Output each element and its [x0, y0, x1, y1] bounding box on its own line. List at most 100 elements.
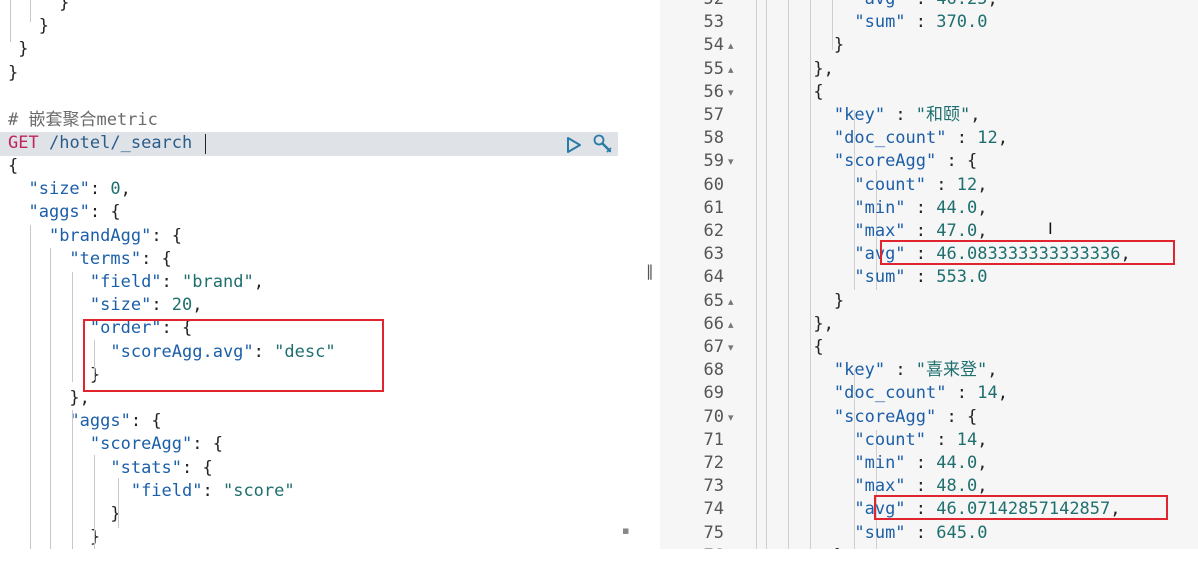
json-punct: }	[752, 35, 845, 56]
response-line: "scoreAgg" : {	[752, 150, 977, 173]
comment-line: # 嵌套聚合metric	[8, 109, 158, 132]
json-punct	[752, 267, 854, 287]
mouse-ibeam-icon: I	[1048, 219, 1053, 238]
code-line: }	[8, 526, 100, 549]
json-key: "aggs"	[28, 202, 90, 223]
json-punct: :	[905, 221, 937, 241]
json-punct: : {	[192, 434, 223, 455]
response-line: {	[752, 81, 824, 104]
fold-collapse-icon[interactable]: ▾	[728, 150, 740, 173]
json-punct: ,	[977, 197, 988, 218]
json-punct	[752, 198, 854, 218]
line-number: 54	[703, 35, 724, 56]
json-key: "count"	[854, 429, 927, 450]
json-key: "field"	[130, 480, 203, 501]
json-punct: : {	[89, 202, 121, 223]
line-number: 73	[703, 476, 724, 497]
json-punct	[752, 244, 854, 264]
resize-handle-icon[interactable]: ‖	[646, 262, 654, 280]
response-line: {	[752, 336, 823, 359]
line-number: 61	[703, 197, 724, 218]
request-line: GET /hotel/_search	[8, 132, 192, 155]
json-punct: }	[8, 62, 19, 83]
json-value: 20	[171, 295, 193, 316]
json-punct	[8, 481, 131, 501]
code-line: }	[8, 15, 49, 38]
response-viewer[interactable]: 52 "avg" : 46.25,53 "sum" : 370.054▴ }55…	[660, 0, 1198, 549]
json-key: "key"	[833, 105, 886, 125]
avg-highlight-box-1	[880, 240, 1175, 265]
fold-collapse-icon[interactable]: ▾	[728, 81, 740, 104]
json-punct: :	[151, 295, 172, 316]
json-value: "喜来登"	[915, 360, 988, 381]
json-value: "和颐"	[915, 105, 971, 125]
json-value: "score"	[222, 480, 295, 501]
json-punct	[752, 0, 854, 9]
json-key: "scoreAgg"	[833, 151, 937, 172]
scroll-grip-icon[interactable]: ▪	[622, 524, 630, 537]
json-punct: : {	[151, 225, 183, 246]
json-punct: :	[202, 480, 223, 501]
json-punct: ,	[997, 128, 1008, 149]
json-punct: ,	[977, 476, 988, 497]
json-punct: }	[8, 527, 101, 548]
json-value: 12	[977, 128, 998, 149]
json-punct: }	[752, 290, 845, 311]
line-number: 64	[703, 267, 724, 288]
fold-collapse-icon[interactable]: ▾	[728, 336, 740, 359]
code-line: }	[8, 62, 18, 85]
response-line: "key" : "喜来登",	[752, 359, 998, 382]
json-key: "scoreAgg"	[833, 406, 937, 427]
json-punct: :	[885, 360, 916, 381]
request-editor[interactable]: } } }} # 嵌套聚合metric GET /hotel/_search{ "s…	[0, 0, 618, 549]
json-punct	[752, 175, 854, 195]
line-number: 71	[703, 429, 724, 450]
json-punct	[8, 272, 90, 292]
json-value: 14	[956, 429, 978, 450]
json-punct: {	[752, 81, 824, 102]
json-key: "sum"	[854, 267, 906, 288]
json-punct	[8, 458, 110, 478]
json-value: 370.0	[936, 12, 988, 33]
json-punct: }	[8, 0, 70, 13]
indent-guide	[50, 248, 51, 549]
line-number: 62	[703, 221, 724, 241]
json-value: 46.25	[936, 0, 987, 9]
http-method: GET	[8, 133, 39, 153]
code-line: "aggs": {	[8, 201, 121, 224]
json-value: 553.0	[936, 267, 988, 288]
json-punct: : {	[936, 406, 978, 427]
play-icon[interactable]	[566, 136, 582, 154]
request-path: /hotel/_search	[48, 133, 193, 153]
fold-collapse-icon[interactable]: ▾	[728, 406, 740, 429]
fold-expand-icon[interactable]: ▴	[728, 58, 740, 81]
json-punct: :	[905, 453, 937, 473]
line-number: 65	[703, 290, 724, 311]
json-punct	[8, 434, 90, 454]
json-punct: },	[752, 58, 834, 79]
json-punct: ,	[977, 221, 988, 241]
pane-divider[interactable]	[618, 0, 660, 566]
fold-expand-icon[interactable]: ▴	[728, 313, 740, 336]
json-punct: : {	[141, 248, 172, 269]
line-number: 53	[703, 12, 724, 33]
json-key: "sum"	[854, 12, 906, 33]
response-line: "min" : 44.0,	[752, 452, 987, 475]
json-value: 12	[956, 174, 978, 195]
fold-expand-icon[interactable]: ▴	[728, 290, 740, 313]
json-punct: : {	[936, 151, 978, 172]
wrench-icon[interactable]	[592, 133, 614, 155]
json-punct: ,	[253, 272, 264, 292]
line-number: 68	[703, 360, 724, 381]
json-punct	[752, 407, 834, 427]
json-punct: : {	[130, 411, 162, 432]
indent-guide	[94, 455, 95, 549]
fold-expand-icon[interactable]: ▴	[728, 34, 740, 57]
json-value: 14	[977, 383, 998, 404]
json-key: "stats"	[110, 457, 183, 478]
response-line: },	[752, 313, 833, 336]
json-punct	[8, 202, 28, 222]
json-key: "size"	[28, 179, 90, 200]
json-punct	[8, 226, 49, 246]
json-key: "min"	[854, 197, 906, 218]
